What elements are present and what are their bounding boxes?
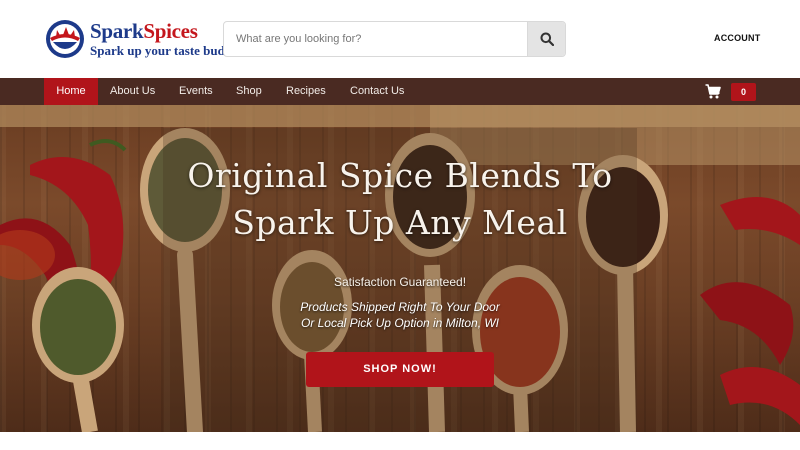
hero-title-line2: Spark Up Any Meal [232, 203, 568, 242]
brand-name-part2: Spices [143, 19, 198, 43]
brand-tagline: Spark up your taste buds [90, 43, 230, 58]
hero-subtitle: Satisfaction Guaranteed! [333, 275, 467, 289]
nav-item-shop[interactable]: Shop [236, 78, 262, 105]
cart-count-badge[interactable]: 0 [731, 83, 756, 101]
site-logo[interactable]: SparkSpices Spark up your taste buds [44, 16, 230, 62]
nav-item-about-us[interactable]: About Us [110, 78, 155, 105]
shop-now-button[interactable]: SHOP NOW! [306, 352, 494, 387]
brand-name-part1: Spark [90, 19, 144, 43]
site-header: SparkSpices Spark up your taste buds ACC… [0, 0, 800, 78]
search-bar [223, 21, 566, 57]
search-button[interactable] [527, 22, 565, 56]
nav-item-recipes[interactable]: Recipes [286, 78, 326, 105]
nav-item-events[interactable]: Events [179, 78, 213, 105]
search-input[interactable] [224, 22, 528, 56]
hero-pickup-text: Or Local Pick Up Option in Milton, WI [300, 316, 500, 330]
hero-title-line1: Original Spice Blends To [187, 156, 613, 195]
hero-title: Original Spice Blends To Spark Up Any Me… [163, 152, 637, 246]
account-link[interactable]: ACCOUNT [714, 33, 760, 43]
search-icon [540, 32, 554, 46]
logo-bowl-icon [46, 20, 84, 58]
main-nav: Home About Us Events Shop Recipes Contac… [0, 78, 800, 105]
nav-item-contact-us[interactable]: Contact Us [350, 78, 404, 105]
brand-name: SparkSpices [90, 21, 230, 42]
hero-banner: Original Spice Blends To Spark Up Any Me… [0, 105, 800, 432]
hero-shipping-text: Products Shipped Right To Your Door [300, 300, 500, 314]
below-fold-section [0, 432, 800, 450]
nav-item-home[interactable]: Home [44, 78, 98, 105]
cart-icon[interactable] [705, 84, 721, 99]
